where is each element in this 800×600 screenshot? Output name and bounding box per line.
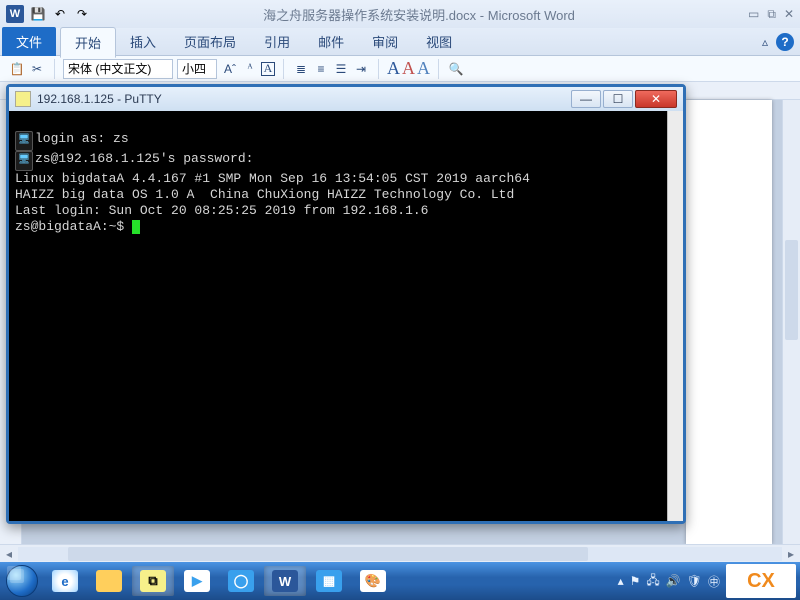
terminal-prompt: zs@bigdataA:~$: [15, 219, 132, 234]
putty-title-text: 192.168.1.125 - PuTTY: [37, 92, 162, 106]
taskbar-ie[interactable]: e: [44, 566, 86, 596]
close-icon[interactable]: ✕: [784, 7, 794, 22]
cut-icon[interactable]: ✂: [28, 60, 46, 78]
tray-shield-icon[interactable]: 🛡: [687, 574, 702, 588]
vertical-scrollbar[interactable]: [782, 100, 800, 544]
numbering-icon[interactable]: ≡: [312, 60, 330, 78]
bullets-icon[interactable]: ≣: [292, 60, 310, 78]
tab-home[interactable]: 开始: [60, 27, 116, 58]
redo-icon[interactable]: ↷: [74, 6, 90, 22]
quick-access-toolbar[interactable]: 💾 ↶ ↷: [30, 6, 90, 22]
font-name-combo[interactable]: 宋体 (中文正文): [63, 59, 173, 79]
putty-terminal[interactable]: 🖥login as: zs 🖥zs@192.168.1.125's passwo…: [9, 111, 683, 521]
terminal-line: Last login: Sun Oct 20 08:25:25 2019 fro…: [15, 203, 428, 218]
terminal-line: login as: zs: [35, 131, 129, 146]
word-app-icon: W: [6, 5, 24, 23]
taskbar-media[interactable]: ▶: [176, 566, 218, 596]
putty-title-bar[interactable]: 192.168.1.125 - PuTTY — ☐ ✕: [9, 87, 683, 111]
putty-scrollbar[interactable]: [667, 111, 683, 521]
window-controls: ▭ ⧉ ✕: [748, 7, 794, 22]
ribbon-minimize-icon[interactable]: ▵: [762, 35, 768, 49]
find-icon[interactable]: 🔍: [447, 60, 465, 78]
tray-volume-icon[interactable]: 🔊: [666, 574, 681, 588]
start-button[interactable]: [2, 564, 42, 598]
putty-minimize-button[interactable]: —: [571, 90, 601, 108]
putty-sysmenu-icon[interactable]: 🖥: [15, 151, 33, 171]
taskbar-explorer[interactable]: [88, 566, 130, 596]
help-icon[interactable]: ?: [776, 33, 794, 51]
tab-references[interactable]: 引用: [250, 27, 304, 56]
paste-icon[interactable]: 📋: [8, 60, 26, 78]
terminal-line: zs@192.168.1.125's password:: [35, 151, 253, 166]
putty-sysmenu-icon[interactable]: 🖥: [15, 131, 33, 151]
undo-icon[interactable]: ↶: [52, 6, 68, 22]
style-heading-icon[interactable]: A: [387, 58, 400, 79]
style-emphasis-icon[interactable]: A: [402, 58, 415, 79]
tab-review[interactable]: 审阅: [358, 27, 412, 56]
style-outline-icon[interactable]: A: [417, 58, 430, 79]
multilevel-icon[interactable]: ☰: [332, 60, 350, 78]
windows-taskbar: e ⧉ ▶ ◯ W ▦ 🎨 ▴ ⚑ 🖧 🔊 🛡 ㊥ CX: [0, 562, 800, 600]
tray-network-icon[interactable]: 🖧: [646, 571, 659, 592]
maximize-icon[interactable]: ⧉: [767, 7, 776, 22]
watermark-logo: CX: [726, 564, 796, 598]
system-tray[interactable]: ▴ ⚑ 🖧 🔊 🛡 ㊥ CX: [618, 564, 798, 598]
tab-mailings[interactable]: 邮件: [304, 27, 358, 56]
tab-layout[interactable]: 页面布局: [170, 27, 250, 56]
window-title: 海之舟服务器操作系统安装说明.docx - Microsoft Word: [90, 5, 748, 24]
tray-ime-icon[interactable]: ㊥: [708, 573, 720, 590]
tab-insert[interactable]: 插入: [116, 27, 170, 56]
font-size-combo[interactable]: 小四: [177, 59, 217, 79]
tab-view[interactable]: 视图: [412, 27, 466, 56]
save-icon[interactable]: 💾: [30, 6, 46, 22]
minimize-icon[interactable]: ▭: [748, 7, 759, 22]
terminal-cursor: [132, 220, 140, 234]
scroll-left-icon[interactable]: ◂: [0, 547, 18, 561]
taskbar-taskview[interactable]: ▦: [308, 566, 350, 596]
taskbar-paint[interactable]: 🎨: [352, 566, 394, 596]
terminal-line: HAIZZ big data OS 1.0 A China ChuXiong H…: [15, 187, 514, 202]
scroll-right-icon[interactable]: ▸: [782, 547, 800, 561]
ribbon-tabs: 文件 开始 插入 页面布局 引用 邮件 审阅 视图 ▵ ?: [0, 28, 800, 56]
taskbar-word[interactable]: W: [264, 566, 306, 596]
horizontal-scrollbar[interactable]: ◂ ▸: [0, 544, 800, 562]
highlight-icon[interactable]: ᴬ: [241, 60, 259, 78]
tray-flag-icon[interactable]: ⚑: [630, 574, 641, 588]
putty-app-icon: [15, 91, 31, 107]
ribbon-toolbar: 📋 ✂ 宋体 (中文正文) 小四 Aˆ ᴬ A ≣ ≡ ☰ ⇥ A A A 🔍: [0, 56, 800, 82]
taskbar-putty[interactable]: ⧉: [132, 566, 174, 596]
tab-file[interactable]: 文件: [2, 27, 56, 56]
indent-icon[interactable]: ⇥: [352, 60, 370, 78]
putty-maximize-button[interactable]: ☐: [603, 90, 633, 108]
terminal-line: Linux bigdataA 4.4.167 #1 SMP Mon Sep 16…: [15, 171, 530, 186]
char-border-icon[interactable]: A: [261, 62, 275, 76]
grow-font-icon[interactable]: Aˆ: [221, 60, 239, 78]
tray-chevron-icon[interactable]: ▴: [618, 574, 624, 588]
putty-close-button[interactable]: ✕: [635, 90, 677, 108]
taskbar-browser2[interactable]: ◯: [220, 566, 262, 596]
document-page[interactable]: [686, 100, 772, 544]
word-title-bar: W 💾 ↶ ↷ 海之舟服务器操作系统安装说明.docx - Microsoft …: [0, 0, 800, 28]
putty-window[interactable]: 192.168.1.125 - PuTTY — ☐ ✕ 🖥login as: z…: [6, 84, 686, 524]
